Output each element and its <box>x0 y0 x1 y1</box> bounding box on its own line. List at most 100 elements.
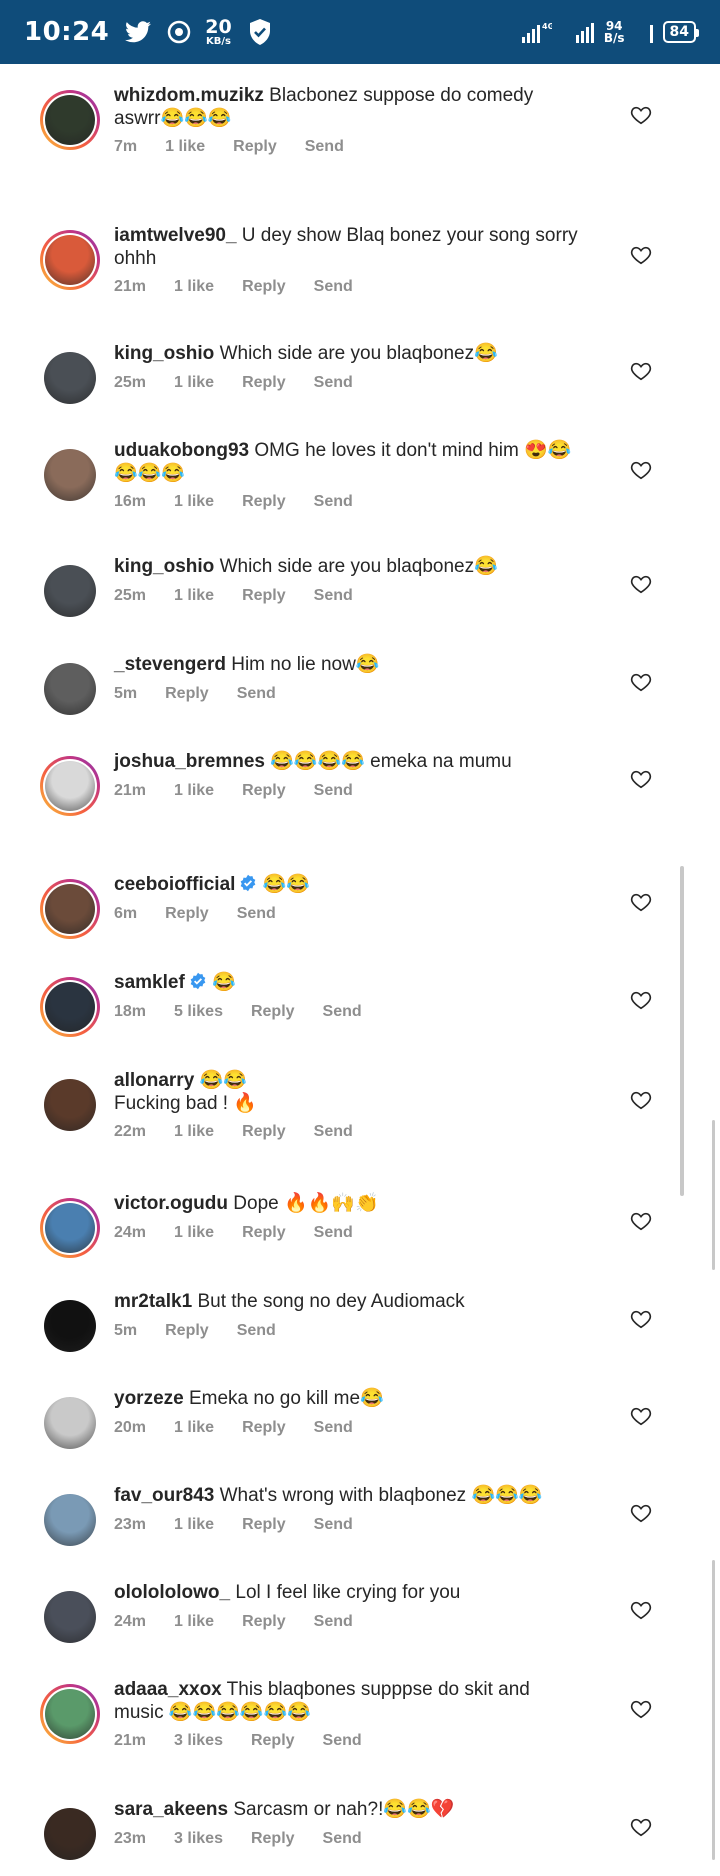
like-heart-icon[interactable] <box>630 1502 652 1524</box>
send-button[interactable]: Send <box>305 138 344 156</box>
reply-button[interactable]: Reply <box>242 374 286 392</box>
like-heart-icon[interactable] <box>630 244 652 266</box>
avatar[interactable] <box>45 1203 95 1253</box>
avatar[interactable] <box>44 449 96 501</box>
comment-username[interactable]: ceeboiofficial <box>114 874 235 895</box>
comment-likes[interactable]: 1 like <box>174 1419 214 1437</box>
send-button[interactable]: Send <box>237 1322 276 1340</box>
comment-likes[interactable]: 1 like <box>174 374 214 392</box>
send-button[interactable]: Send <box>314 1613 353 1631</box>
scrollbar-thumb-lower[interactable] <box>712 1120 715 1270</box>
avatar-frame[interactable] <box>40 1804 100 1864</box>
comment-likes[interactable]: 1 like <box>174 1123 214 1141</box>
send-button[interactable]: Send <box>323 1732 362 1750</box>
avatar-frame[interactable] <box>40 445 100 505</box>
avatar[interactable] <box>45 761 95 811</box>
avatar[interactable] <box>44 565 96 617</box>
avatar[interactable] <box>44 1079 96 1131</box>
story-ring[interactable] <box>40 90 100 150</box>
avatar[interactable] <box>44 352 96 404</box>
avatar[interactable] <box>44 1300 96 1352</box>
reply-button[interactable]: Reply <box>165 1322 209 1340</box>
like-heart-icon[interactable] <box>630 360 652 382</box>
avatar-frame[interactable] <box>40 1296 100 1356</box>
avatar[interactable] <box>44 1591 96 1643</box>
comment-username[interactable]: adaaa_xxox <box>114 1679 222 1700</box>
like-heart-icon[interactable] <box>630 768 652 790</box>
send-button[interactable]: Send <box>314 1516 353 1534</box>
reply-button[interactable]: Reply <box>242 587 286 605</box>
story-ring[interactable] <box>40 230 100 290</box>
comment-username[interactable]: sara_akeens <box>114 1799 228 1820</box>
story-ring[interactable] <box>40 879 100 939</box>
avatar-frame[interactable] <box>40 1490 100 1550</box>
comment-likes[interactable]: 1 like <box>174 1224 214 1242</box>
comment-likes[interactable]: 1 like <box>174 278 214 296</box>
reply-button[interactable]: Reply <box>251 1732 295 1750</box>
avatar-frame[interactable] <box>40 1587 100 1647</box>
reply-button[interactable]: Reply <box>165 685 209 703</box>
avatar[interactable] <box>44 1494 96 1546</box>
comment-username[interactable]: whizdom.muzikz <box>114 85 264 106</box>
reply-button[interactable]: Reply <box>165 905 209 923</box>
comment-username[interactable]: uduakobong93 <box>114 440 249 461</box>
story-ring[interactable] <box>40 756 100 816</box>
like-heart-icon[interactable] <box>630 1816 652 1838</box>
like-heart-icon[interactable] <box>630 989 652 1011</box>
scrollbar-thumb-bottom[interactable] <box>712 1560 715 1860</box>
comment-username[interactable]: ololololowo_ <box>114 1582 230 1603</box>
comment-likes[interactable]: 1 like <box>174 1613 214 1631</box>
send-button[interactable]: Send <box>314 493 353 511</box>
comment-likes[interactable]: 1 like <box>174 782 214 800</box>
avatar-frame[interactable] <box>40 1393 100 1453</box>
avatar[interactable] <box>45 982 95 1032</box>
like-heart-icon[interactable] <box>630 671 652 693</box>
send-button[interactable]: Send <box>323 1003 362 1021</box>
comment-likes[interactable]: 3 likes <box>174 1732 223 1750</box>
send-button[interactable]: Send <box>323 1830 362 1848</box>
send-button[interactable]: Send <box>314 278 353 296</box>
send-button[interactable]: Send <box>237 685 276 703</box>
avatar-frame[interactable] <box>40 659 100 719</box>
story-ring[interactable] <box>40 1684 100 1744</box>
avatar[interactable] <box>44 1397 96 1449</box>
like-heart-icon[interactable] <box>630 459 652 481</box>
comment-likes[interactable]: 1 like <box>174 587 214 605</box>
comment-username[interactable]: king_oshio <box>114 343 214 364</box>
like-heart-icon[interactable] <box>630 891 652 913</box>
comment-username[interactable]: samklef <box>114 972 185 993</box>
send-button[interactable]: Send <box>314 1123 353 1141</box>
comment-username[interactable]: victor.ogudu <box>114 1193 228 1214</box>
avatar-frame[interactable] <box>40 1075 100 1135</box>
like-heart-icon[interactable] <box>630 1210 652 1232</box>
reply-button[interactable]: Reply <box>251 1003 295 1021</box>
avatar-frame[interactable] <box>40 348 100 408</box>
comment-likes[interactable]: 1 like <box>165 138 205 156</box>
comment-likes[interactable]: 5 likes <box>174 1003 223 1021</box>
avatar[interactable] <box>45 95 95 145</box>
send-button[interactable]: Send <box>314 374 353 392</box>
comment-username[interactable]: joshua_bremnes <box>114 751 265 772</box>
send-button[interactable]: Send <box>314 1419 353 1437</box>
comment-likes[interactable]: 3 likes <box>174 1830 223 1848</box>
reply-button[interactable]: Reply <box>242 1516 286 1534</box>
like-heart-icon[interactable] <box>630 1089 652 1111</box>
story-ring[interactable] <box>40 977 100 1037</box>
like-heart-icon[interactable] <box>630 1698 652 1720</box>
send-button[interactable]: Send <box>314 1224 353 1242</box>
comment-username[interactable]: fav_our843 <box>114 1485 214 1506</box>
like-heart-icon[interactable] <box>630 1308 652 1330</box>
avatar[interactable] <box>45 884 95 934</box>
reply-button[interactable]: Reply <box>251 1830 295 1848</box>
avatar[interactable] <box>45 235 95 285</box>
reply-button[interactable]: Reply <box>242 1123 286 1141</box>
reply-button[interactable]: Reply <box>242 1419 286 1437</box>
like-heart-icon[interactable] <box>630 104 652 126</box>
comment-likes[interactable]: 1 like <box>174 493 214 511</box>
reply-button[interactable]: Reply <box>233 138 277 156</box>
scrollbar-thumb[interactable] <box>680 866 684 1196</box>
comment-username[interactable]: mr2talk1 <box>114 1291 192 1312</box>
story-ring[interactable] <box>40 1198 100 1258</box>
avatar[interactable] <box>44 1808 96 1860</box>
comment-username[interactable]: king_oshio <box>114 556 214 577</box>
